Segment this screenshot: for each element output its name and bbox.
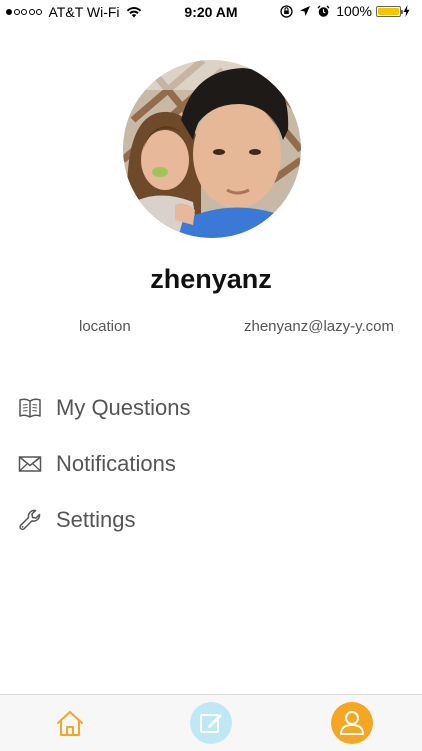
wrench-icon <box>18 508 42 532</box>
location-label: location <box>79 318 131 335</box>
avatar[interactable] <box>123 60 301 238</box>
username: zhenyanz <box>150 264 272 294</box>
menu-label-settings: Settings <box>56 507 136 532</box>
menu-label-notifications: Notifications <box>56 451 176 476</box>
status-bar: AT&T Wi-Fi 9:20 AM 100% <box>0 0 422 24</box>
profile-photo <box>123 60 301 238</box>
book-icon <box>18 396 42 420</box>
home-icon <box>57 711 83 736</box>
charging-bolt-icon <box>403 5 410 17</box>
menu-item-notifications[interactable]: Notifications <box>0 436 422 492</box>
tab-bar <box>0 694 422 751</box>
alarm-icon <box>317 5 330 17</box>
menu-label-my-questions: My Questions <box>56 395 191 420</box>
tab-compose[interactable] <box>189 701 233 745</box>
profile-icon <box>331 702 373 744</box>
email-label: zhenyanz@lazy-y.com <box>244 318 394 335</box>
menu-item-settings[interactable]: Settings <box>0 492 422 548</box>
battery-icon <box>376 5 403 17</box>
compose-icon <box>190 702 232 744</box>
tab-profile[interactable] <box>330 701 374 745</box>
menu-item-my-questions[interactable]: My Questions <box>0 380 422 436</box>
envelope-icon <box>18 452 42 476</box>
battery-percent: 100% <box>336 3 372 19</box>
status-right: 100% <box>280 3 416 19</box>
profile-menu: My Questions Notifications Settings <box>0 380 422 548</box>
tab-home[interactable] <box>48 701 92 745</box>
location-arrow-icon <box>300 6 311 16</box>
orientation-lock-icon <box>280 4 293 18</box>
